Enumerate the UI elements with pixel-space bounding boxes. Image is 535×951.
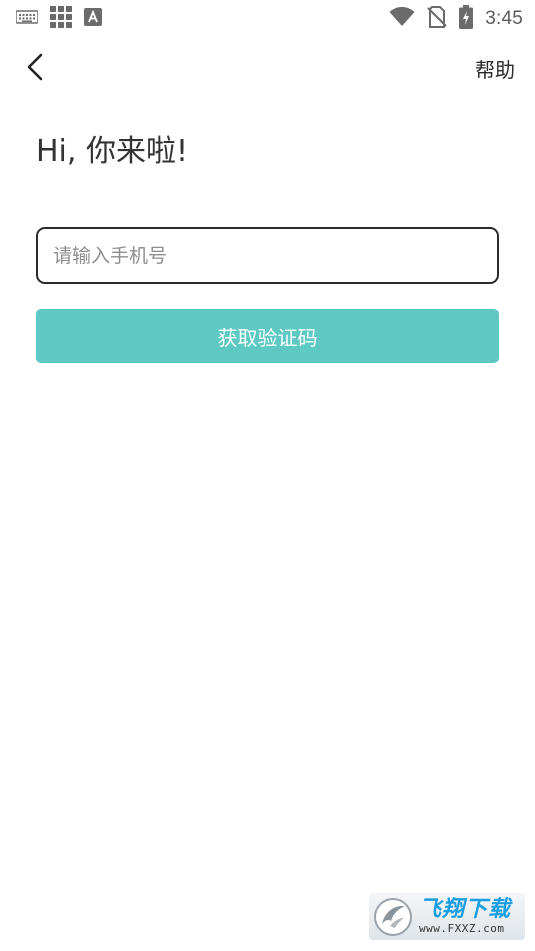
get-verification-code-button[interactable]: 获取验证码 [36,309,499,363]
chevron-left-icon [26,53,44,85]
keyboard-icon [15,9,39,29]
help-link[interactable]: 帮助 [475,56,515,84]
watermark-logo-icon [373,897,413,937]
status-bar: 3:45 [0,0,535,38]
wifi-icon [389,6,415,31]
phone-input-container [36,227,499,284]
grid-icon [50,6,72,32]
back-button[interactable] [20,53,50,85]
page-title: Hi, 你来啦! [36,134,188,169]
status-right-icons: 3:45 [389,5,523,33]
watermark-subtitle: www.FXXZ.com [419,922,505,935]
font-a-icon [84,8,102,30]
watermark-title: 飞翔下载 [419,897,512,922]
no-sim-icon [427,6,447,32]
watermark-text: 飞翔下载 www.FXXZ.com [419,897,512,936]
status-left-icons [15,6,102,32]
watermark: 飞翔下载 www.FXXZ.com [369,893,525,940]
status-time: 3:45 [485,8,523,29]
battery-charging-icon [459,5,474,33]
phone-number-input[interactable] [38,229,497,282]
